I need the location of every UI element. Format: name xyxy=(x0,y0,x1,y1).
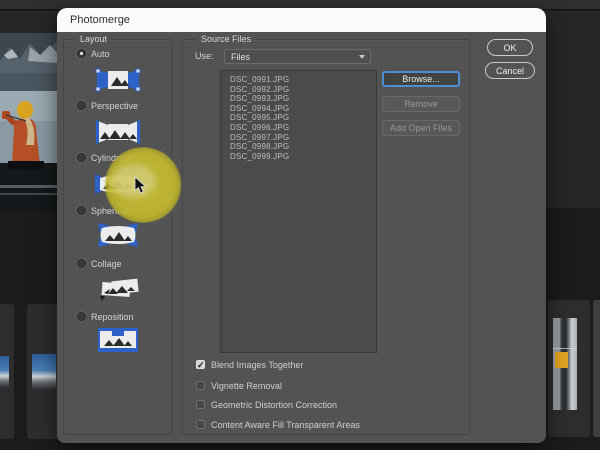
background-photo-canoe xyxy=(0,33,57,210)
ok-button[interactable]: OK xyxy=(487,39,533,56)
collage-layout-icon xyxy=(94,277,142,303)
file-list-item[interactable]: DSC_0996.JPG xyxy=(230,123,376,133)
checkbox-label: Vignette Removal xyxy=(211,380,282,391)
photomerge-dialog: Photomerge Layout Auto Perspective Cylin… xyxy=(57,8,546,443)
layout-option-label: Cylindrical xyxy=(91,152,133,163)
filmstrip-thumbnail-1[interactable] xyxy=(0,356,9,388)
radio-spherical[interactable] xyxy=(77,206,86,215)
layout-option-spherical[interactable]: Spherical xyxy=(77,205,129,216)
file-list-item[interactable]: DSC_0998.JPG xyxy=(230,142,376,152)
geometric-distortion-option[interactable]: Geometric Distortion Correction xyxy=(196,399,337,410)
layout-option-label: Spherical xyxy=(91,205,129,216)
browse-button[interactable]: Browse... xyxy=(382,71,460,87)
thumbnail-seam xyxy=(553,348,577,349)
source-file-list[interactable]: DSC_0991.JPG DSC_0992.JPG DSC_0993.JPG D… xyxy=(220,70,377,353)
mouse-cursor-icon xyxy=(134,176,148,200)
vignette-removal-checkbox[interactable] xyxy=(196,381,205,390)
perspective-layout-icon xyxy=(94,119,142,145)
layout-option-label: Reposition xyxy=(91,311,134,322)
layout-option-label: Auto xyxy=(91,48,110,59)
filmstrip-thumbnail-2[interactable] xyxy=(32,354,56,390)
use-label: Use: xyxy=(195,51,214,61)
file-list-item[interactable]: DSC_0991.JPG xyxy=(230,75,376,85)
checkbox-label: Blend Images Together xyxy=(211,359,304,370)
layout-option-label: Perspective xyxy=(91,100,139,111)
layout-option-auto[interactable]: Auto xyxy=(77,48,110,59)
radio-cylindrical[interactable] xyxy=(77,153,86,162)
layout-option-collage[interactable]: Collage xyxy=(77,258,122,269)
file-list-item[interactable]: DSC_0997.JPG xyxy=(230,133,376,143)
vignette-removal-option[interactable]: Vignette Removal xyxy=(196,380,282,391)
file-list-item[interactable]: DSC_0995.JPG xyxy=(230,113,376,123)
radio-collage[interactable] xyxy=(77,259,86,268)
source-files-group-label: Source Files xyxy=(197,34,256,44)
content-aware-fill-option[interactable]: Content Aware Fill Transparent Areas xyxy=(196,419,360,430)
file-list-item[interactable]: DSC_0994.JPG xyxy=(230,104,376,114)
checkbox-label: Content Aware Fill Transparent Areas xyxy=(211,419,360,430)
file-list-item[interactable]: DSC_0999.JPG xyxy=(230,152,376,162)
content-aware-fill-checkbox[interactable] xyxy=(196,420,205,429)
use-dropdown[interactable]: Files xyxy=(224,49,371,64)
filmstrip-panel-edge[interactable] xyxy=(593,300,600,437)
radio-perspective[interactable] xyxy=(77,101,86,110)
remove-button[interactable]: Remove xyxy=(382,96,460,112)
layout-option-reposition[interactable]: Reposition xyxy=(77,311,134,322)
spherical-layout-icon xyxy=(94,222,142,248)
reposition-layout-icon xyxy=(94,327,142,353)
layout-option-perspective[interactable]: Perspective xyxy=(77,100,138,111)
file-list-item[interactable]: DSC_0993.JPG xyxy=(230,94,376,104)
thumbnail-yellow-truck xyxy=(555,352,568,368)
layout-group-label: Layout xyxy=(76,34,112,44)
filmstrip-thumbnail-city[interactable] xyxy=(553,318,577,410)
geometric-distortion-checkbox[interactable] xyxy=(196,400,205,409)
radio-reposition[interactable] xyxy=(77,312,86,321)
file-list-item[interactable]: DSC_0992.JPG xyxy=(230,85,376,95)
cancel-button[interactable]: Cancel xyxy=(485,62,535,79)
add-open-files-button[interactable]: Add Open Files xyxy=(382,120,460,136)
radio-auto[interactable] xyxy=(77,49,86,58)
blend-images-checkbox[interactable] xyxy=(196,360,205,370)
dialog-title: Photomerge xyxy=(70,14,130,26)
auto-layout-icon xyxy=(94,67,142,93)
chevron-down-icon xyxy=(359,55,365,59)
layout-option-cylindrical[interactable]: Cylindrical xyxy=(77,152,133,163)
blend-images-together-option[interactable]: Blend Images Together xyxy=(196,359,303,370)
use-dropdown-value: Files xyxy=(231,51,251,62)
dialog-titlebar[interactable]: Photomerge xyxy=(57,8,546,32)
checkbox-label: Geometric Distortion Correction xyxy=(211,399,338,410)
dialog-body: Layout Auto Perspective Cylindrical Sphe… xyxy=(57,32,546,443)
layout-option-label: Collage xyxy=(91,258,122,269)
